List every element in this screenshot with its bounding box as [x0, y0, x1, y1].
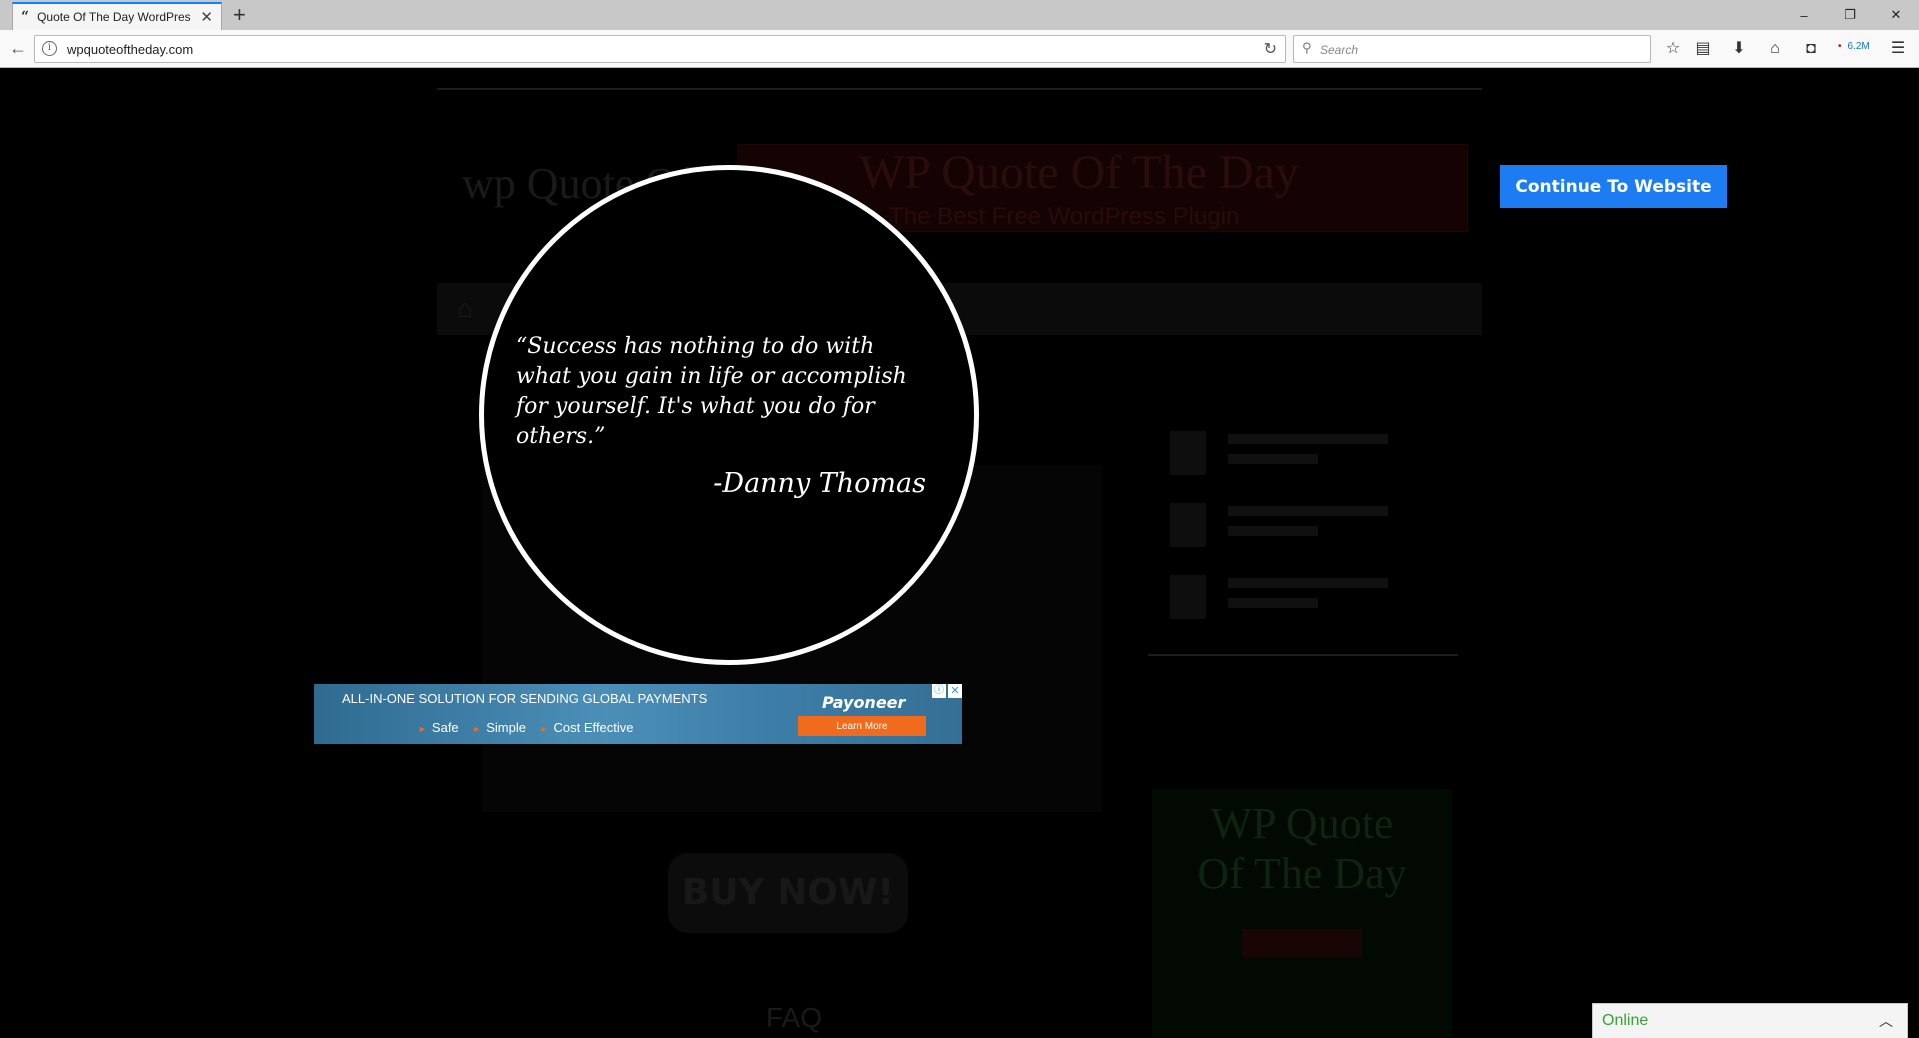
- sidebar-line: [1228, 598, 1318, 608]
- search-icon: ⚲: [1302, 40, 1312, 55]
- tab-title: Quote Of The Day WordPres: [37, 10, 191, 24]
- home-nav-icon: ⌂: [457, 293, 473, 323]
- quote-text: “Success has nothing to do with what you…: [516, 334, 907, 449]
- quote-favicon-icon: “: [21, 9, 30, 25]
- minimize-button[interactable]: –: [1781, 0, 1827, 30]
- sidebar-ad-buy: [1242, 929, 1362, 957]
- ad-bullet-1: Safe: [431, 720, 459, 735]
- active-tab[interactable]: “ Quote Of The Day WordPres ✕: [12, 2, 222, 30]
- sidebar-thumb: [1170, 503, 1206, 547]
- chat-widget[interactable]: Online ︿: [1592, 1003, 1908, 1038]
- bullet-arrow-icon: ►: [539, 724, 549, 734]
- chevron-up-icon[interactable]: ︿: [1879, 1011, 1893, 1031]
- close-window-button[interactable]: ✕: [1873, 0, 1919, 30]
- sidebar-ad-title: WP Quote Of The Day: [1197, 799, 1407, 898]
- addon-badge[interactable]: • 6.2M: [1838, 41, 1870, 52]
- ad-bullet-3: Cost Effective: [553, 720, 634, 735]
- banner-subtitle: The Best Free WordPress Plugin: [889, 203, 1240, 230]
- back-arrow-icon[interactable]: ←: [8, 39, 28, 59]
- chat-status: Online: [1602, 1012, 1649, 1029]
- sidebar-line: [1228, 454, 1318, 464]
- ad-bullets: ► Safe ► Simple ► Cost Effective: [408, 720, 633, 735]
- ad-bullet-2: Simple: [486, 720, 526, 735]
- navigation-toolbar: ← i wpquoteoftheday.com ↻ ⚲ Search ☆ ▤ ⬇…: [0, 30, 1919, 68]
- download-icon[interactable]: ⬇: [1728, 38, 1750, 60]
- sidebar-line: [1228, 526, 1318, 536]
- sidebar-thumb: [1170, 575, 1206, 619]
- url-text[interactable]: wpquoteoftheday.com: [67, 42, 193, 57]
- sidebar-divider: [1148, 654, 1458, 656]
- home-icon[interactable]: ⌂: [1764, 38, 1786, 60]
- ad-close-icon[interactable]: ✕: [948, 684, 962, 698]
- quote-circle: “Success has nothing to do with what you…: [479, 165, 979, 665]
- page-backdrop: wp Quote Of The Day WP Quote Of The Day …: [0, 69, 1919, 1038]
- sidebar-line: [1228, 434, 1388, 444]
- payoneer-logo: Payoneer: [822, 693, 906, 712]
- ad-headline: ALL-IN-ONE SOLUTION FOR SENDING GLOBAL P…: [342, 691, 708, 706]
- sidebar-line: [1228, 506, 1388, 516]
- continue-to-website-button[interactable]: Continue To Website: [1500, 165, 1727, 208]
- tab-bar: “ Quote Of The Day WordPres ✕ + – ❐ ✕: [0, 0, 1919, 30]
- tab-close-icon[interactable]: ✕: [200, 8, 213, 26]
- banner-title: WP Quote Of The Day: [859, 146, 1299, 199]
- reload-icon[interactable]: ↻: [1264, 39, 1277, 59]
- quote-author: -Danny Thomas: [713, 468, 926, 499]
- site-info-icon[interactable]: i: [42, 41, 57, 56]
- reading-list-icon[interactable]: ▤: [1692, 38, 1714, 60]
- faq-heading: FAQ: [766, 1002, 823, 1033]
- search-placeholder: Search: [1320, 43, 1359, 57]
- menu-icon[interactable]: ☰: [1887, 38, 1909, 60]
- buy-now-button: BUY NOW!: [668, 853, 908, 933]
- bullet-arrow-icon: ►: [472, 724, 482, 734]
- search-input[interactable]: ⚲ Search: [1293, 35, 1651, 63]
- address-bar[interactable]: i wpquoteoftheday.com ↻: [34, 35, 1286, 63]
- header-divider: [437, 88, 1482, 90]
- learn-more-button[interactable]: Learn More: [798, 716, 926, 736]
- pocket-icon[interactable]: ◘: [1800, 38, 1822, 60]
- sidebar-line: [1228, 578, 1388, 588]
- bullet-arrow-icon: ►: [418, 724, 427, 734]
- sidebar-ad: WP Quote Of The Day: [1152, 789, 1452, 1038]
- addon-count: 6.2M: [1847, 41, 1870, 52]
- adchoices-icon[interactable]: ⓘ: [932, 684, 946, 698]
- restore-button[interactable]: ❐: [1827, 0, 1873, 30]
- sidebar-thumb: [1170, 431, 1206, 475]
- star-icon[interactable]: ☆: [1662, 38, 1684, 60]
- payoneer-ad-banner[interactable]: ALL-IN-ONE SOLUTION FOR SENDING GLOBAL P…: [314, 684, 962, 744]
- new-tab-button[interactable]: +: [233, 3, 246, 27]
